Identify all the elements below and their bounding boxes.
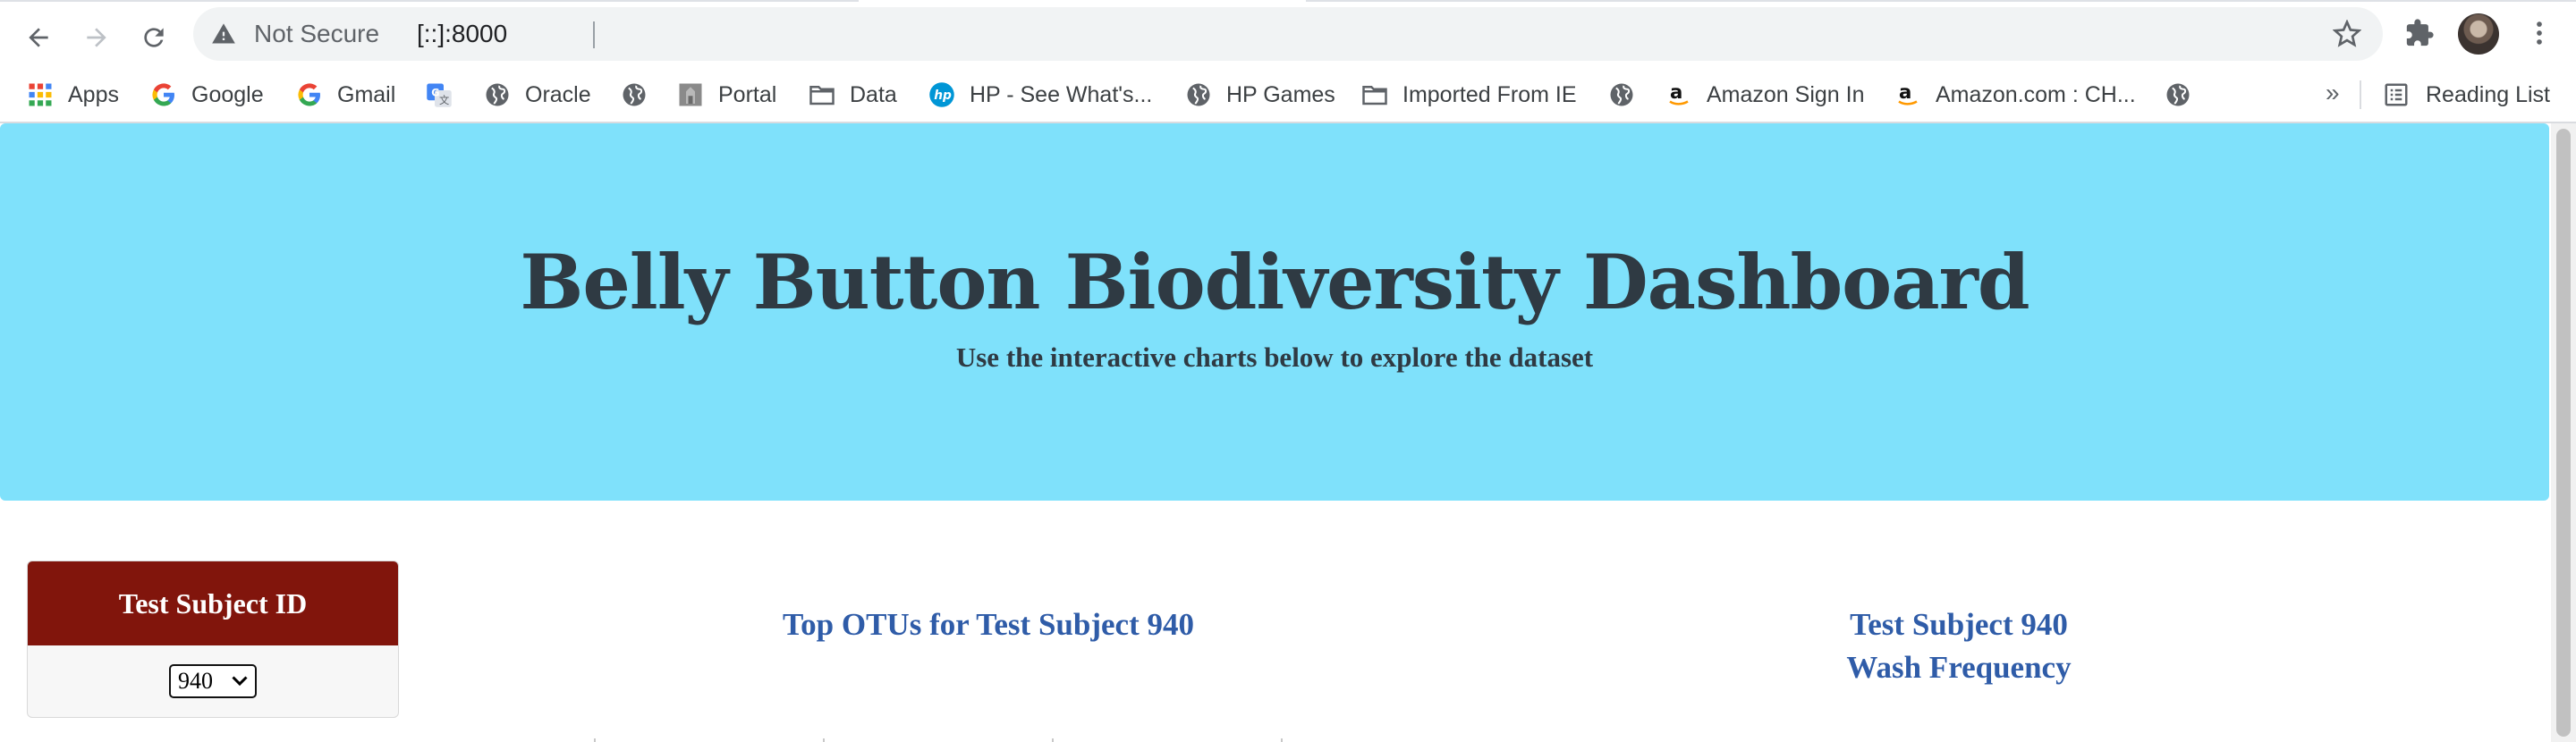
bookmark-label: HP Games bbox=[1226, 81, 1335, 107]
gauge-chart-title: Test Subject 940 Wash Frequency bbox=[1699, 603, 2218, 689]
bookmark-label: Gmail bbox=[337, 81, 396, 107]
bookmark-imported-folder[interactable]: Imported From IE bbox=[1361, 68, 1577, 122]
address-separator bbox=[593, 21, 595, 48]
chart-gridline-tick bbox=[1052, 738, 1054, 742]
chart-gridline-tick bbox=[823, 738, 825, 742]
bookmark-oracle[interactable]: Oracle bbox=[484, 68, 591, 122]
bookmarks-overflow-button[interactable]: » bbox=[2326, 68, 2340, 122]
test-subject-panel: Test Subject ID 940 bbox=[27, 561, 399, 718]
warning-triangle-icon bbox=[212, 23, 235, 44]
folder-icon bbox=[1361, 81, 1388, 108]
apps-grid-icon bbox=[27, 81, 54, 108]
google-icon bbox=[296, 81, 323, 108]
chart-gridline-tick bbox=[594, 738, 596, 742]
browser-toolbar: Not Secure [::]:8000 bbox=[0, 0, 2576, 68]
reading-list-button[interactable]: Reading List bbox=[2383, 68, 2550, 122]
bookmark-label: Imported From IE bbox=[1402, 81, 1577, 107]
profile-avatar[interactable] bbox=[2458, 13, 2499, 55]
gauge-title-line2: Wash Frequency bbox=[1846, 650, 2072, 685]
portal-icon bbox=[677, 81, 704, 108]
globe-icon bbox=[2165, 81, 2191, 108]
address-bar[interactable]: Not Secure [::]:8000 bbox=[193, 7, 2383, 61]
selected-subject-id: 940 bbox=[178, 668, 213, 694]
bookmark-globe-1[interactable] bbox=[621, 68, 648, 122]
reload-button[interactable] bbox=[129, 13, 179, 63]
extensions-puzzle-icon[interactable] bbox=[2404, 18, 2435, 48]
globe-icon bbox=[1185, 81, 1212, 108]
reload-icon bbox=[144, 28, 164, 47]
bookmark-label: HP - See What's... bbox=[970, 81, 1153, 107]
forward-button[interactable] bbox=[72, 13, 122, 63]
globe-icon bbox=[621, 81, 648, 108]
amazon-icon: a bbox=[1665, 81, 1692, 108]
test-subject-select[interactable]: 940 bbox=[169, 664, 257, 698]
bookmark-label: Apps bbox=[68, 81, 119, 107]
bookmark-label: Portal bbox=[718, 81, 777, 107]
page-scrollbar[interactable] bbox=[2551, 123, 2576, 742]
bookmark-data-folder[interactable]: Data bbox=[809, 68, 897, 122]
bar-chart-title: Top OTUs for Test Subject 940 bbox=[783, 607, 1194, 642]
bookmark-amazon-sign-in[interactable]: a Amazon Sign In bbox=[1665, 68, 1865, 122]
bookmark-label: Amazon Sign In bbox=[1707, 81, 1865, 107]
svg-text:hp: hp bbox=[934, 89, 952, 103]
bookmark-portal[interactable]: Portal bbox=[677, 68, 776, 122]
jumbotron: Belly Button Biodiversity Dashboard Use … bbox=[0, 123, 2549, 501]
translate-icon: G 文 bbox=[426, 81, 453, 108]
reading-list-label: Reading List bbox=[2426, 81, 2550, 107]
scrollbar-thumb[interactable] bbox=[2556, 129, 2571, 737]
bookmark-hp-games[interactable]: HP Games bbox=[1185, 68, 1335, 122]
bookmark-label: Oracle bbox=[525, 81, 591, 107]
folder-icon bbox=[809, 81, 835, 108]
bookmarks-divider bbox=[2360, 80, 2361, 109]
gauge-title-line1: Test Subject 940 bbox=[1850, 607, 2068, 642]
bookmark-hp[interactable]: hp HP - See What's... bbox=[928, 68, 1152, 122]
page-viewport: Belly Button Biodiversity Dashboard Use … bbox=[0, 123, 2551, 742]
globe-icon bbox=[1608, 81, 1635, 108]
panel-body: 940 bbox=[28, 645, 398, 717]
bookmark-apps[interactable]: Apps bbox=[27, 68, 119, 122]
bookmarks-bar: Apps Google Gmail G 文 Oracle Portal Data… bbox=[0, 68, 2576, 122]
bookmark-amazon-com[interactable]: a Amazon.com : CH... bbox=[1894, 68, 2136, 122]
reading-list-icon bbox=[2385, 83, 2408, 106]
bookmark-globe-2[interactable] bbox=[1608, 68, 1635, 122]
svg-text:a: a bbox=[1899, 81, 1911, 104]
back-button[interactable] bbox=[13, 13, 64, 63]
bookmark-label: Data bbox=[850, 81, 897, 107]
security-status[interactable]: Not Secure bbox=[254, 7, 379, 61]
chart-gridline-tick bbox=[1281, 738, 1283, 742]
chevron-down-icon bbox=[232, 676, 248, 687]
page-title: Belly Button Biodiversity Dashboard bbox=[520, 238, 2029, 326]
panel-heading: Test Subject ID bbox=[28, 561, 398, 645]
page-subtitle: Use the interactive charts below to expl… bbox=[955, 341, 1594, 373]
url-text[interactable]: [::]:8000 bbox=[417, 7, 507, 61]
hp-icon: hp bbox=[928, 81, 955, 108]
bookmark-translate[interactable]: G 文 bbox=[426, 68, 453, 122]
globe-icon bbox=[484, 81, 511, 108]
bookmark-globe-3[interactable] bbox=[2165, 68, 2191, 122]
bookmark-google[interactable]: Google bbox=[150, 68, 264, 122]
google-icon bbox=[150, 81, 177, 108]
amazon-icon: a bbox=[1894, 81, 1921, 108]
bookmark-star-icon[interactable] bbox=[2333, 20, 2361, 48]
bookmark-label: Amazon.com : CH... bbox=[1936, 81, 2136, 107]
svg-text:a: a bbox=[1670, 81, 1682, 104]
bookmark-label: Google bbox=[191, 81, 264, 107]
arrow-left-icon bbox=[29, 28, 48, 47]
bookmark-gmail[interactable]: Gmail bbox=[296, 68, 395, 122]
tab-strip-edge bbox=[0, 0, 2576, 2]
more-vert-icon[interactable] bbox=[2524, 18, 2555, 48]
arrow-right-icon bbox=[87, 28, 106, 47]
svg-text:文: 文 bbox=[439, 94, 449, 106]
